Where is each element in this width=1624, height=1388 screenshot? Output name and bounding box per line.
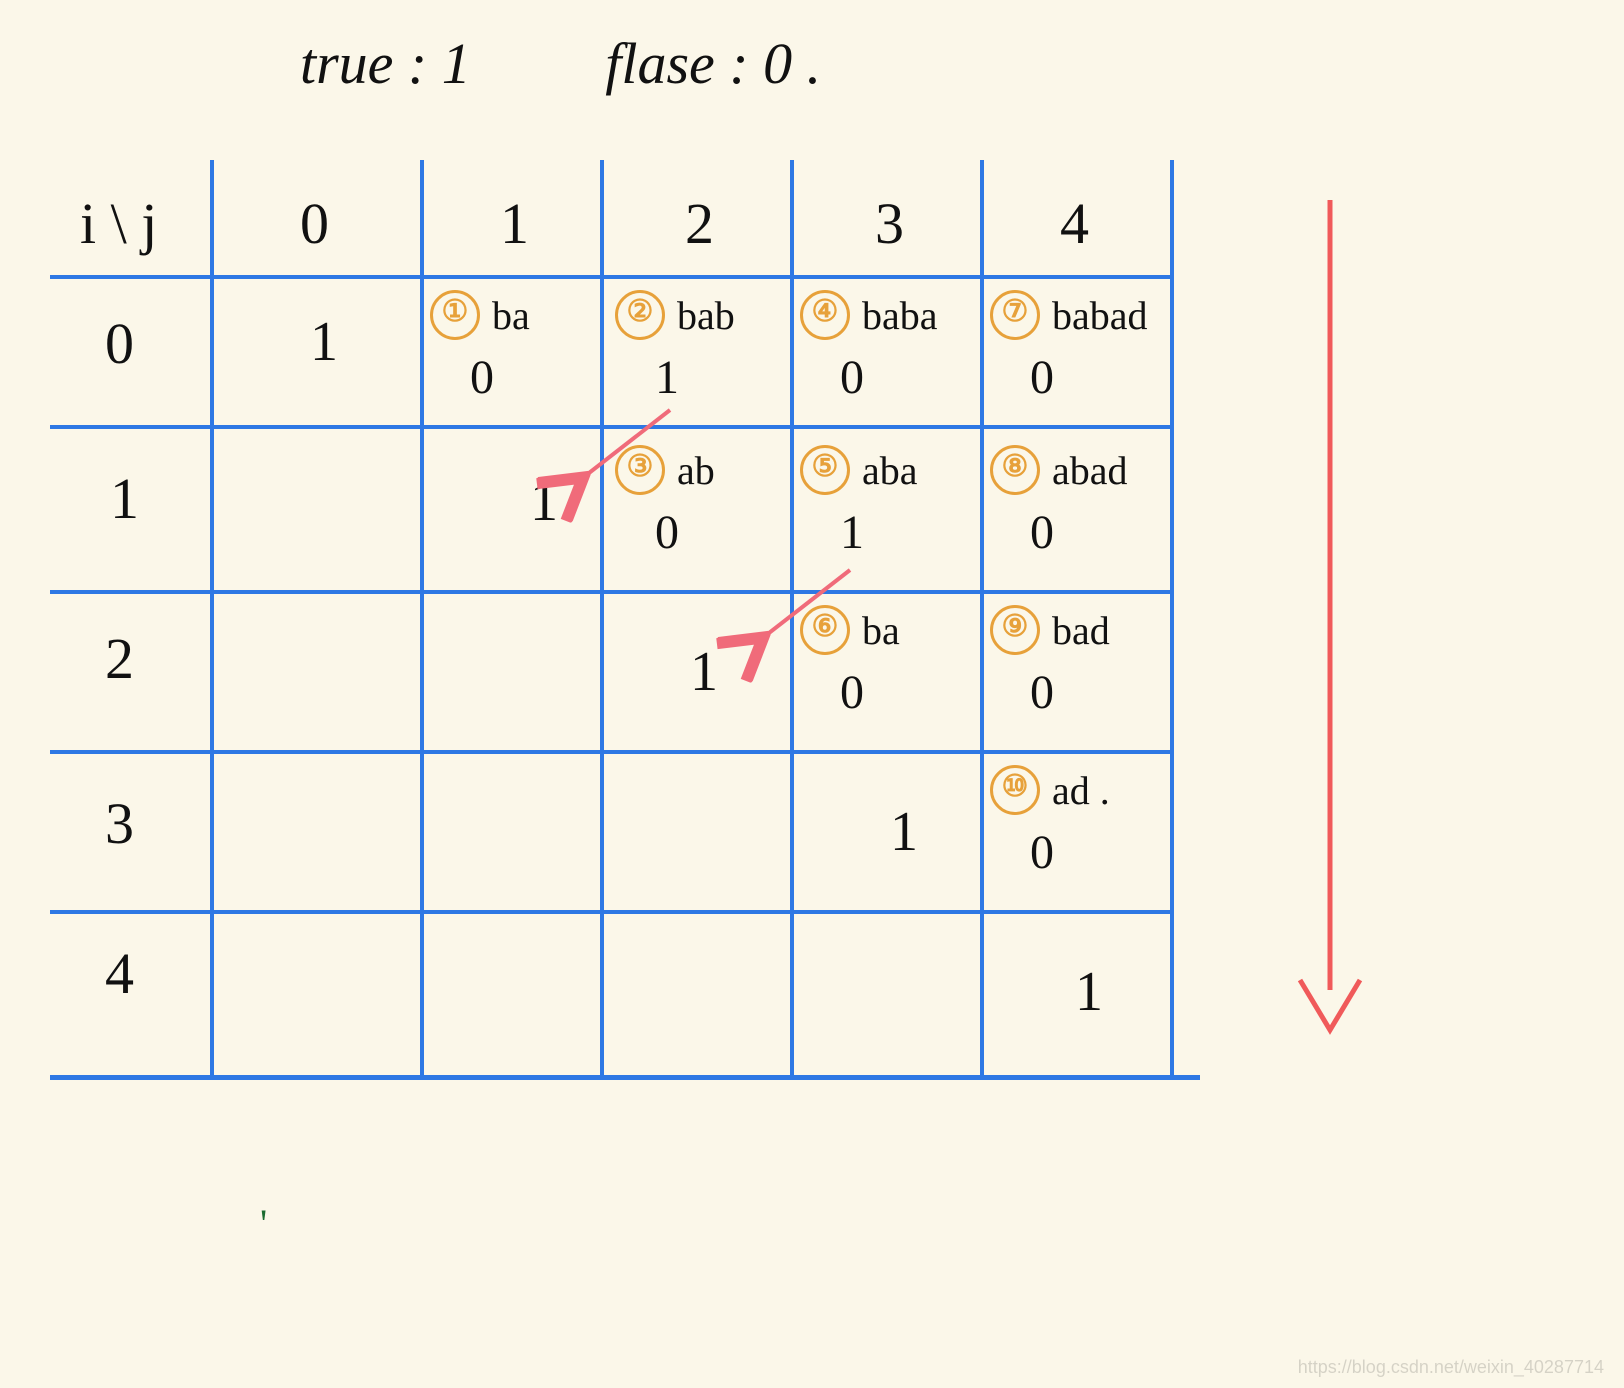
col-header-4: 4: [1060, 190, 1089, 257]
step-badge: ④: [800, 290, 850, 340]
cell-substring: bad: [1052, 608, 1110, 653]
step-badge: ①: [430, 290, 480, 340]
cell-value: 0: [1030, 825, 1054, 880]
col-header-0: 0: [300, 190, 329, 257]
cell-substring: bab: [677, 293, 735, 338]
grid-hline: [50, 275, 1170, 279]
diag-4: 1: [1075, 960, 1103, 1024]
cell-value: 1: [840, 505, 864, 560]
cell-substring: abad: [1052, 448, 1128, 493]
row-header-4: 4: [105, 940, 134, 1007]
col-header-3: 3: [875, 190, 904, 257]
row-header-1: 1: [110, 465, 139, 532]
grid-hline: [50, 910, 1170, 914]
cell-value: 1: [655, 350, 679, 405]
step-badge: ⑧: [990, 445, 1040, 495]
dependency-arrow-icon: [740, 560, 870, 670]
watermark: https://blog.csdn.net/weixin_40287714: [1298, 1357, 1604, 1378]
diag-2: 1: [690, 640, 718, 704]
diag-1: 1: [530, 470, 558, 534]
cell-3-4: ⑩ ad . 0: [990, 765, 1180, 905]
cell-substring: ad .: [1052, 768, 1110, 813]
col-header-2: 2: [685, 190, 714, 257]
row-header-0: 0: [105, 310, 134, 377]
row-header-3: 3: [105, 790, 134, 857]
cell-substring: ba: [492, 293, 530, 338]
grid-hline: [50, 1075, 1200, 1080]
cell-1-4: ⑧ abad 0: [990, 445, 1180, 585]
cell-value: 0: [840, 665, 864, 720]
cell-value: 0: [655, 505, 679, 560]
cell-0-4: ⑦ babad 0: [990, 290, 1180, 430]
cell-substring: baba: [862, 293, 938, 338]
row-header-2: 2: [105, 625, 134, 692]
cell-value: 0: [1030, 350, 1054, 405]
col-header-1: 1: [500, 190, 529, 257]
cell-value: 0: [840, 350, 864, 405]
step-badge: ⑦: [990, 290, 1040, 340]
stray-mark: ': [260, 1200, 267, 1247]
progress-arrow-icon: [1270, 200, 1390, 1040]
grid-hline: [50, 590, 1170, 594]
grid-hline: [50, 750, 1170, 754]
diag-0: 1: [310, 310, 338, 374]
step-badge: ⑤: [800, 445, 850, 495]
grid-vline: [420, 160, 424, 1075]
step-badge: ⑨: [990, 605, 1040, 655]
step-badge: ⑩: [990, 765, 1040, 815]
legend-false: flase : 0 .: [605, 31, 821, 96]
grid-vline: [210, 160, 214, 1075]
cell-substring: babad: [1052, 293, 1148, 338]
cell-value: 0: [1030, 505, 1054, 560]
legend-true: true : 1: [300, 31, 471, 96]
dependency-arrow-icon: [560, 400, 690, 510]
cell-0-3: ④ baba 0: [800, 290, 990, 430]
legend: true : 1 flase : 0 .: [300, 30, 941, 97]
step-badge: ②: [615, 290, 665, 340]
cell-value: 0: [1030, 665, 1054, 720]
diag-3: 1: [890, 800, 918, 864]
cell-2-4: ⑨ bad 0: [990, 605, 1180, 745]
cell-value: 0: [470, 350, 494, 405]
cell-substring: aba: [862, 448, 918, 493]
axis-label: i \ j: [80, 190, 157, 257]
